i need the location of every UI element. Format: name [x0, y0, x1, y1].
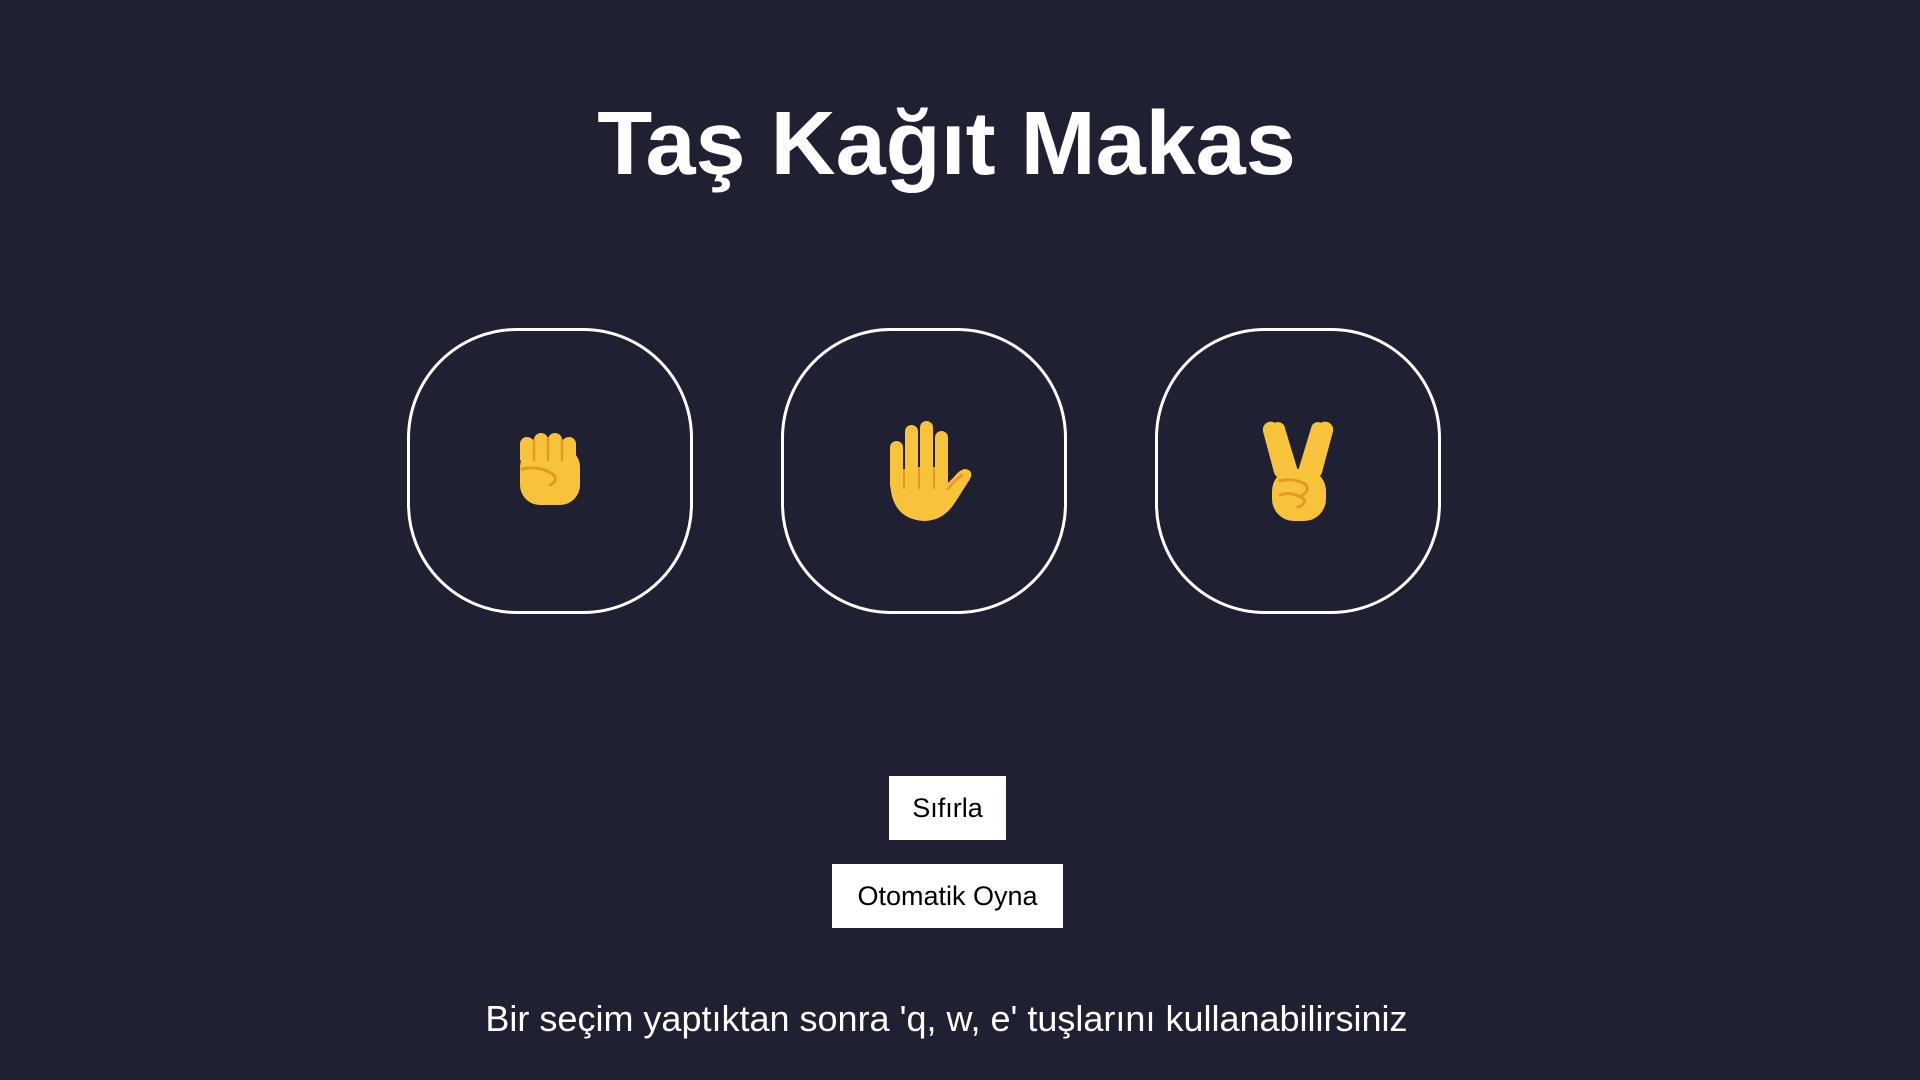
- page-title: Taş Kağıt Makas: [597, 94, 1296, 194]
- paper-button[interactable]: [781, 328, 1067, 614]
- autoplay-button[interactable]: Otomatik Oyna: [832, 864, 1063, 928]
- raised-hand-icon: [890, 421, 972, 521]
- rock-button[interactable]: [407, 328, 693, 614]
- keyboard-hint-text: Bir seçim yaptıktan sonra 'q, w, e' tuşl…: [485, 998, 1408, 1039]
- scissors-button[interactable]: [1155, 328, 1441, 614]
- choice-buttons: [407, 328, 1449, 620]
- raised-fist-icon: [520, 433, 580, 505]
- reset-button[interactable]: Sıfırla: [889, 776, 1006, 840]
- victory-hand-icon: [1262, 421, 1334, 521]
